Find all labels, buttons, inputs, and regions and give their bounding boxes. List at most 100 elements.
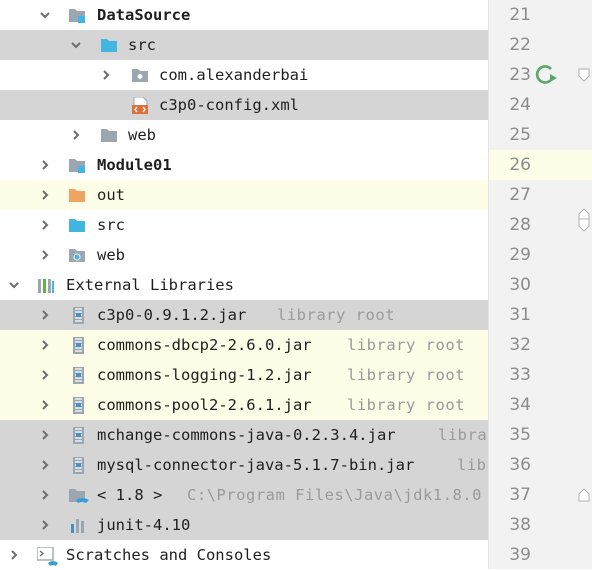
line-number: 37 [509,485,531,505]
tree-row-label: mchange-commons-java-0.2.3.4.jar [97,426,396,444]
tree-row-jar[interactable]: commons-logging-1.2.jar library root [0,360,488,390]
excluded-folder-icon [68,187,86,204]
web-folder-icon [68,247,86,264]
line-number: 23 [509,65,531,85]
tree-row-datasource[interactable]: DataSource [0,0,488,30]
module-folder-icon [68,7,86,24]
chevron-down-icon[interactable] [7,270,21,300]
line-number: 30 [509,275,531,295]
chevron-down-icon[interactable] [69,30,83,60]
jar-icon [70,367,88,384]
chevron-down-icon[interactable] [38,0,52,30]
tree-row-junit[interactable]: junit-4.10 [0,510,488,540]
line-number: 31 [509,305,531,325]
line-number: 35 [509,425,531,445]
chevron-right-icon[interactable] [38,210,52,240]
line-number: 33 [509,365,531,385]
tree-row-label: src [128,36,156,54]
tree-row-label: out [97,186,125,204]
jar-icon [70,337,88,354]
source-folder-icon [100,37,118,54]
tree-row-label: Module01 [97,156,172,174]
line-number: 38 [509,515,531,535]
tree-row-label: commons-logging-1.2.jar [97,366,312,384]
line-number: 21 [509,5,531,25]
libraries-icon [37,277,55,294]
tree-row-jar[interactable]: commons-pool2-2.6.1.jar library root [0,390,488,420]
chevron-right-icon[interactable] [38,330,52,360]
tree-row-src[interactable]: src [0,30,488,60]
jdk-folder-icon [68,487,89,504]
line-number: 39 [509,545,531,565]
fold-start-icon[interactable] [578,218,590,232]
run-icon[interactable] [533,62,559,88]
tree-row-hint: lib [457,456,487,474]
tree-row-hint: library root [277,306,395,324]
library-icon [70,517,88,534]
tree-row-package[interactable]: com.alexanderbai [0,60,488,90]
tree-row-label: DataSource [97,6,191,24]
line-number: 26 [509,155,531,175]
fold-end-icon[interactable] [578,488,590,502]
xml-file-icon [131,96,149,115]
line-number: 24 [509,95,531,115]
line-number: 28 [509,215,531,235]
tree-row-src-root[interactable]: src [0,210,488,240]
chevron-right-icon[interactable] [38,180,52,210]
chevron-right-icon[interactable] [38,390,52,420]
editor-gutter: 21 22 23 24 25 26 27 28 29 30 31 32 33 3… [488,0,592,569]
project-tree: DataSource src com.alexanderbai c3p0-con… [0,0,488,569]
line-number: 29 [509,245,531,265]
chevron-right-icon[interactable] [99,60,113,90]
tree-row-jar[interactable]: mysql-connector-java-5.1.7-bin.jar lib [0,450,488,480]
tree-row-xml-file[interactable]: c3p0-config.xml [0,90,488,120]
chevron-right-icon[interactable] [7,540,21,569]
tree-row-label: mysql-connector-java-5.1.7-bin.jar [97,456,415,474]
tree-row-scratches[interactable]: Scratches and Consoles [0,540,488,569]
tree-row-web[interactable]: web [0,120,488,150]
tree-row-label: c3p0-config.xml [159,96,299,114]
chevron-right-icon[interactable] [38,360,52,390]
tree-row-hint: library root [347,396,465,414]
chevron-right-icon[interactable] [69,120,83,150]
chevron-right-icon[interactable] [38,150,52,180]
tree-row-hint: library root [347,336,465,354]
line-number: 22 [509,35,531,55]
tree-row-jdk[interactable]: < 1.8 > C:\Program Files\Java\jdk1.8.0 [0,480,488,510]
tree-row-label: com.alexanderbai [159,66,309,84]
chevron-right-icon[interactable] [38,480,52,510]
chevron-right-icon[interactable] [38,510,52,540]
line-number: 32 [509,335,531,355]
chevron-right-icon[interactable] [38,240,52,270]
chevron-right-icon[interactable] [38,420,52,450]
tree-row-label: web [128,126,156,144]
tree-row-hint: C:\Program Files\Java\jdk1.8.0 [187,486,482,504]
tree-row-out[interactable]: out [0,180,488,210]
tree-row-label: web [97,246,125,264]
line-number: 36 [509,455,531,475]
fold-start-icon[interactable] [578,68,590,82]
jar-icon [70,397,88,414]
jar-icon [70,427,88,444]
jar-icon [70,457,88,474]
package-icon [131,67,149,84]
folder-icon [100,127,118,144]
line-number: 25 [509,125,531,145]
tree-row-module01[interactable]: Module01 [0,150,488,180]
tree-row-jar[interactable]: mchange-commons-java-0.2.3.4.jar libra [0,420,488,450]
tree-row-jar[interactable]: commons-dbcp2-2.6.0.jar library root [0,330,488,360]
chevron-right-icon[interactable] [38,300,52,330]
tree-row-label: commons-pool2-2.6.1.jar [97,396,312,414]
tree-row-label: Scratches and Consoles [66,546,272,564]
tree-row-hint: library root [347,366,465,384]
line-number: 27 [509,185,531,205]
tree-row-web-root[interactable]: web [0,240,488,270]
tree-row-jar[interactable]: c3p0-0.9.1.2.jar library root [0,300,488,330]
tree-row-hint: libra [438,426,488,444]
tree-row-label: src [97,216,125,234]
tree-row-label: commons-dbcp2-2.6.0.jar [97,336,312,354]
tree-row-external-libraries[interactable]: External Libraries [0,270,488,300]
chevron-right-icon[interactable] [38,450,52,480]
tree-row-label: External Libraries [66,276,234,294]
tree-row-label: < 1.8 > [97,486,163,504]
